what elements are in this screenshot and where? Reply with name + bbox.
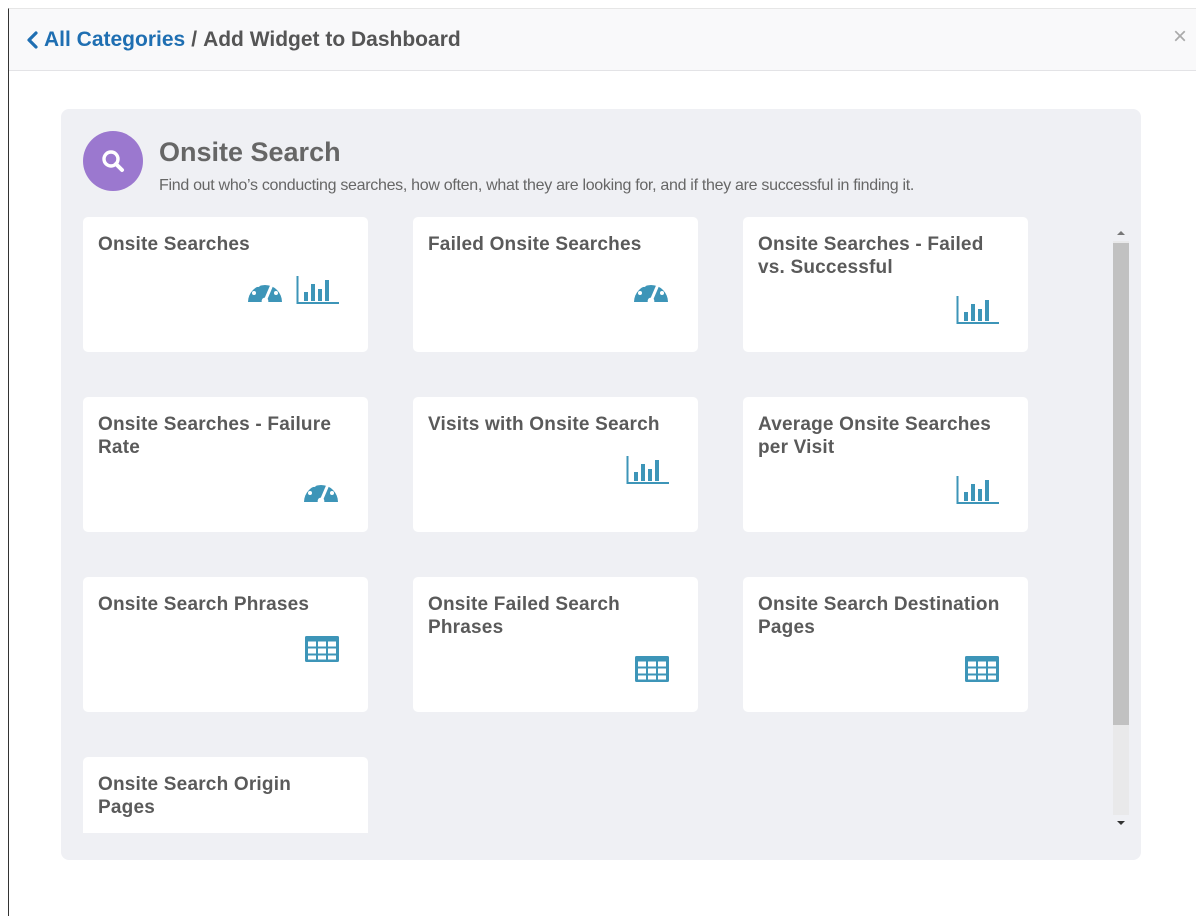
widget-type-icons [304, 635, 340, 668]
table-icon[interactable] [964, 655, 1000, 688]
widget-card[interactable]: Onsite Searches [83, 217, 368, 352]
bar-chart-icon[interactable] [626, 455, 670, 490]
widget-card[interactable]: Onsite Searches - Failed vs. Successful [743, 217, 1028, 352]
all-categories-label: All Categories [44, 28, 186, 51]
search-icon [83, 131, 143, 191]
widget-title: Visits with Onsite Search [428, 414, 660, 435]
bar-chart-icon[interactable] [956, 475, 1000, 510]
scrollbar[interactable] [1108, 225, 1134, 831]
widget-card[interactable]: Onsite Searches - Failure Rate [83, 397, 368, 532]
page-title: Add Widget to Dashboard [203, 28, 461, 51]
widget-title: Onsite Search Phrases [98, 594, 310, 615]
close-button[interactable]: × [1173, 25, 1187, 49]
table-icon[interactable] [634, 655, 670, 688]
widget-title: Onsite Searches [98, 234, 250, 255]
scroll-up-arrow[interactable] [1108, 225, 1134, 241]
widget-type-icons [964, 655, 1000, 688]
scroll-down-arrow[interactable] [1108, 815, 1134, 831]
widget-title: Onsite Search Origin Pages [98, 774, 291, 818]
widget-card[interactable]: Onsite Search Phrases [83, 577, 368, 712]
widget-card[interactable]: Average Onsite Searches per Visit [743, 397, 1028, 532]
widget-card[interactable]: Onsite Search Destination Pages [743, 577, 1028, 712]
widget-type-icons [302, 475, 340, 510]
add-widget-modal: All Categories / Add Widget to Dashboard… [8, 8, 1196, 916]
widget-title: Onsite Searches - Failed vs. Successful [758, 234, 984, 278]
widget-title: Average Onsite Searches per Visit [758, 414, 992, 458]
chevron-left-icon [27, 31, 38, 49]
gauge-icon[interactable] [632, 275, 670, 310]
widget-card[interactable]: Onsite Failed Search Phrases [413, 577, 698, 712]
widget-card[interactable]: Onsite Search Origin Pages [83, 757, 368, 833]
bar-chart-icon[interactable] [956, 295, 1000, 330]
breadcrumb-separator: / [191, 28, 198, 51]
breadcrumb: All Categories / Add Widget to Dashboard [26, 28, 461, 52]
gauge-icon[interactable] [246, 275, 284, 310]
widget-type-icons [632, 275, 670, 310]
table-icon[interactable] [304, 635, 340, 668]
widget-type-icons [956, 475, 1000, 510]
modal-header: All Categories / Add Widget to Dashboard… [9, 9, 1196, 71]
widget-type-icons [246, 275, 340, 310]
all-categories-link[interactable]: All Categories [26, 28, 185, 52]
widget-card[interactable]: Visits with Onsite Search [413, 397, 698, 532]
widget-list: Onsite Searches Failed Onsite Searches Ons… [83, 217, 1083, 833]
widget-type-icons [956, 295, 1000, 330]
bar-chart-icon[interactable] [296, 275, 340, 310]
category-title: Onsite Search [159, 137, 341, 167]
category-panel: Onsite Search Find out who’s conducting … [61, 109, 1141, 860]
widget-title: Onsite Search Destination Pages [758, 594, 1000, 638]
widget-title: Onsite Searches - Failure Rate [98, 414, 332, 458]
category-description: Find out who’s conducting searches, how … [159, 177, 914, 194]
gauge-icon[interactable] [302, 475, 340, 510]
widget-title: Failed Onsite Searches [428, 234, 642, 255]
widget-title: Onsite Failed Search Phrases [428, 594, 620, 638]
widget-card[interactable]: Failed Onsite Searches [413, 217, 698, 352]
widget-type-icons [634, 655, 670, 688]
widget-type-icons [626, 455, 670, 490]
scrollbar-thumb[interactable] [1113, 243, 1129, 725]
